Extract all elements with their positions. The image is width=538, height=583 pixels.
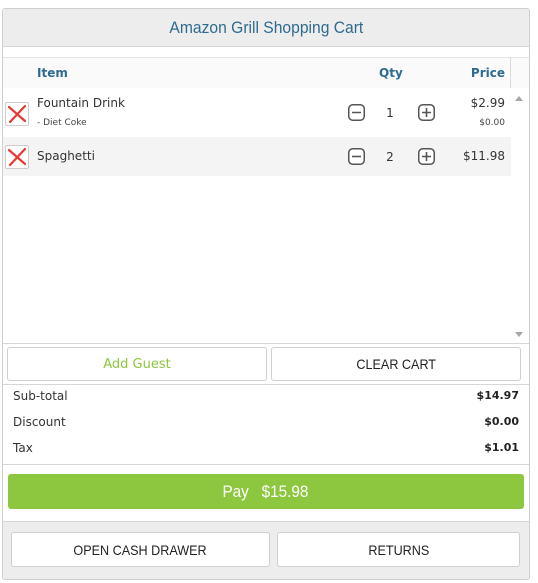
column-divider	[510, 58, 511, 88]
close-icon	[7, 147, 27, 167]
item-name: Spaghetti	[37, 149, 95, 163]
discount-value: $0.00	[484, 415, 519, 428]
cart-item-row: Spaghetti 2 $11.98	[3, 137, 511, 176]
item-price: $2.99	[470, 96, 505, 110]
column-header-item: Item	[37, 66, 68, 80]
minus-icon[interactable]	[348, 104, 365, 121]
close-icon	[7, 104, 27, 124]
open-cash-drawer-label: OPEN CASH DRAWER	[73, 541, 208, 558]
plus-icon[interactable]	[418, 104, 435, 121]
quantity-value: 2	[386, 150, 394, 164]
tax-row: Tax $1.01	[13, 441, 519, 459]
tax-label: Tax	[13, 441, 33, 455]
returns-button[interactable]: RETURNS	[277, 532, 520, 567]
column-header-qty: Qty	[379, 66, 403, 80]
item-price: $11.98	[463, 149, 505, 163]
open-cash-drawer-button[interactable]: OPEN CASH DRAWER	[11, 532, 270, 567]
modifier-price: $0.00	[479, 118, 505, 128]
column-header-row: Item Qty Price	[3, 57, 529, 89]
discount-row: Discount $0.00	[13, 415, 519, 433]
cart-header: Amazon Grill Shopping Cart	[3, 9, 529, 47]
remove-item-button[interactable]	[5, 145, 29, 169]
add-guest-button[interactable]: Add Guest	[7, 347, 267, 381]
plus-icon[interactable]	[418, 148, 435, 165]
subtotal-value: $14.97	[476, 389, 519, 402]
subtotal-row: Sub-total $14.97	[13, 389, 519, 407]
totals-section: Sub-total $14.97 Discount $0.00 Tax $1.0…	[3, 386, 529, 465]
cart-item-list: Fountain Drink - Diet Coke 1 $2.99 $0.00…	[3, 88, 529, 344]
cart-title: Amazon Grill Shopping Cart	[169, 17, 363, 37]
column-header-price: Price	[470, 66, 505, 80]
tax-value: $1.01	[484, 441, 519, 454]
pay-amount: $15.98	[261, 481, 309, 501]
remove-item-button[interactable]	[5, 102, 29, 126]
discount-label: Discount	[13, 415, 66, 429]
pay-label: Pay	[222, 481, 250, 501]
cart-actions: Add Guest CLEAR CART	[3, 344, 529, 385]
scrollbar[interactable]	[511, 88, 529, 343]
quantity-value: 1	[386, 106, 394, 120]
clear-cart-label: CLEAR CART	[356, 356, 436, 372]
minus-icon[interactable]	[348, 148, 365, 165]
scroll-up-arrow-icon[interactable]	[515, 96, 523, 101]
returns-label: RETURNS	[368, 541, 429, 558]
shopping-cart-panel: Amazon Grill Shopping Cart Item Qty Pric…	[2, 8, 530, 580]
cart-item-row: Fountain Drink - Diet Coke 1 $2.99 $0.00	[3, 88, 511, 137]
clear-cart-button[interactable]: CLEAR CART	[271, 347, 521, 381]
pay-button[interactable]: Pay $15.98	[8, 474, 524, 509]
cart-footer: OPEN CASH DRAWER RETURNS	[3, 521, 529, 579]
item-modifier: - Diet Coke	[37, 118, 87, 128]
scroll-down-arrow-icon[interactable]	[515, 332, 523, 337]
subtotal-label: Sub-total	[13, 389, 68, 403]
item-name: Fountain Drink	[37, 96, 125, 110]
